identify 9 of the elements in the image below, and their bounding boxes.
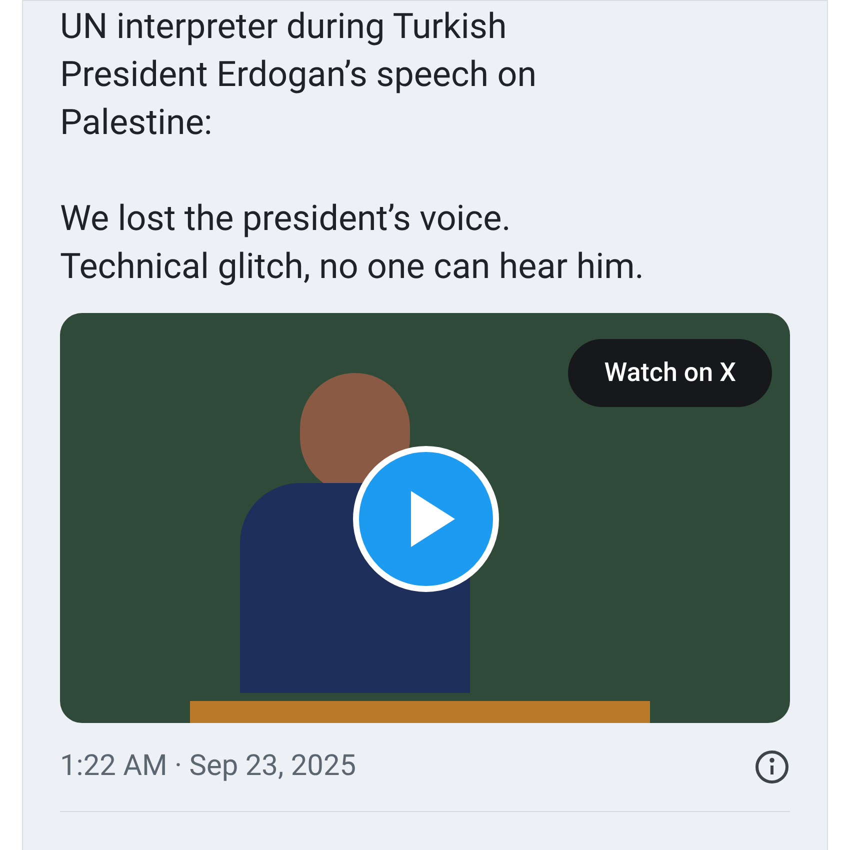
tweet-text-line: We lost the president’s voice. — [60, 197, 512, 241]
info-icon[interactable] — [754, 748, 790, 785]
tweet-text-line: UN interpreter during Turkish — [60, 5, 508, 49]
watch-on-x-button[interactable]: Watch on X — [568, 339, 772, 407]
play-icon[interactable] — [353, 446, 499, 592]
tweet-text-line: Palestine: — [60, 101, 214, 145]
timestamp[interactable]: 1:22 AM · Sep 23, 2025 — [60, 745, 356, 788]
tweet-text-line: Technical glitch, no one can hear him. — [60, 245, 646, 289]
tweet-text-line: President Erdogan’s speech on — [60, 53, 538, 97]
